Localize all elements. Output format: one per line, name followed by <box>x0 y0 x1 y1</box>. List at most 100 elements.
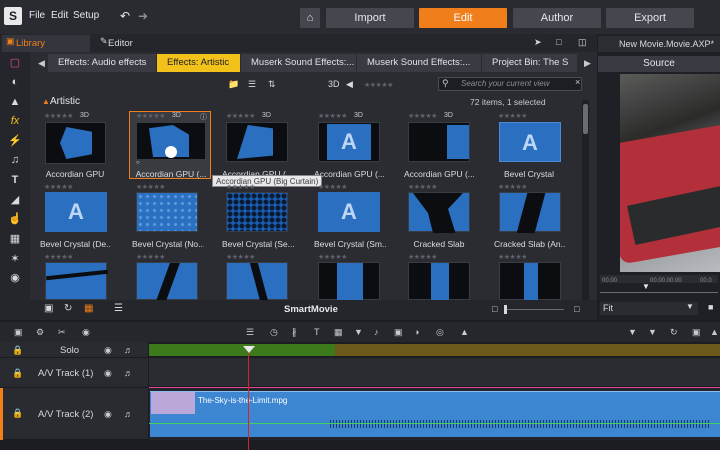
marker-icon[interactable]: ▼ <box>354 327 363 337</box>
redo-icon[interactable]: ➜ <box>138 9 148 23</box>
pin-icon[interactable]: ➤ <box>534 37 542 48</box>
color-icon[interactable]: ◑ <box>414 327 419 337</box>
thumbnail-size-slider[interactable] <box>504 309 564 310</box>
voiceover-icon[interactable]: ♪ <box>374 327 379 337</box>
effect-thumbnail[interactable] <box>136 262 198 301</box>
speaker-icon[interactable]: ♬ <box>124 345 133 355</box>
library-scroll-thumb[interactable] <box>583 104 588 134</box>
section-collapse-icon[interactable]: ▲ <box>42 97 50 106</box>
audio-level-line[interactable] <box>149 423 720 424</box>
tile-rating[interactable]: ★★★★★ <box>408 253 437 261</box>
timeline-settings-icon[interactable]: ▣ <box>14 327 23 338</box>
snapshot-icon[interactable]: ▣ <box>394 327 403 338</box>
audio-mixer-icon[interactable]: ☰ <box>246 327 254 338</box>
nav-export-button[interactable]: Export <box>606 8 694 28</box>
eye-icon[interactable]: ◉ <box>104 409 112 420</box>
effect-thumbnail[interactable] <box>45 262 109 300</box>
transitions-icon[interactable]: ⚡ <box>8 134 22 148</box>
tile-rating[interactable]: ★★★★★ <box>318 112 347 120</box>
project-bin-icon[interactable]: ▢ <box>8 56 22 70</box>
home-button[interactable]: ⌂ <box>300 8 320 28</box>
nav-author-button[interactable]: Author <box>513 8 601 28</box>
effect-thumbnail[interactable]: A <box>318 192 380 232</box>
tab-scroll-left-icon[interactable]: ◀ <box>38 58 45 69</box>
chevron-down-icon[interactable]: ▼ <box>686 302 694 311</box>
tile-rating[interactable]: ★★★★★ <box>318 183 347 191</box>
delete-icon[interactable]: ▦ <box>334 327 343 338</box>
effect-thumbnail[interactable]: A <box>45 192 107 232</box>
zoom-out-icon[interactable]: □ <box>492 304 497 314</box>
tile-rating[interactable]: ★★★★★ <box>44 183 73 191</box>
effect-thumbnail[interactable] <box>226 122 288 162</box>
slider-handle-icon[interactable]: ○ <box>136 160 140 166</box>
effect-thumbnail[interactable] <box>499 262 561 301</box>
razor-icon[interactable]: ✂ <box>58 327 66 338</box>
info-icon[interactable]: ⓘ <box>200 112 207 122</box>
motion-icon[interactable]: ◎ <box>436 327 444 338</box>
dual-view-icon[interactable]: ◫ <box>578 37 587 48</box>
sort-icon[interactable]: ⇅ <box>268 77 276 91</box>
thumbnail-size-handle[interactable] <box>504 305 507 314</box>
smartmovie-button[interactable]: SmartMovie <box>284 304 338 315</box>
effect-thumbnail[interactable] <box>136 192 198 232</box>
effect-thumbnail[interactable]: A <box>499 122 561 162</box>
tile-rating[interactable]: ★★★★★ <box>226 253 255 261</box>
effect-thumbnail[interactable] <box>408 192 470 233</box>
effect-thumbnail[interactable] <box>408 262 470 301</box>
tile-rating[interactable]: ★★★★★ <box>44 253 73 261</box>
zoom-icon[interactable]: ▣ <box>692 327 701 338</box>
tag-icon[interactable]: ◀ <box>346 77 353 91</box>
music-icon[interactable]: ♫ <box>8 153 22 167</box>
menu-file[interactable]: File <box>29 10 45 21</box>
snap-icon[interactable]: ◉ <box>82 327 90 338</box>
lock-icon[interactable]: 🔒 <box>12 345 23 356</box>
overlay-icon[interactable]: ◢ <box>8 193 22 207</box>
effect-thumbnail[interactable] <box>499 192 561 233</box>
tab-audio-effects[interactable]: Effects: Audio effects <box>48 54 156 72</box>
marker-in-icon[interactable]: ▼ <box>628 327 637 337</box>
zoom-fit-select[interactable]: Fit <box>600 302 698 315</box>
library-search-input[interactable]: Search your current view <box>438 77 582 91</box>
menu-edit[interactable]: Edit <box>51 10 68 21</box>
tab-muserk-2[interactable]: Muserk Sound Effects:... <box>357 54 481 72</box>
menu-setup[interactable]: Setup <box>73 10 99 21</box>
add-folder-icon[interactable]: ▣ <box>44 303 53 314</box>
tile-rating[interactable]: ★★★★★ <box>136 183 165 191</box>
zoom-in-icon[interactable]: □ <box>574 304 579 314</box>
layout-icon[interactable]: □ <box>556 37 561 47</box>
tile-rating[interactable]: ★★★★★ <box>136 112 165 120</box>
effect-thumbnail[interactable] <box>45 122 106 164</box>
effect-thumbnail[interactable] <box>226 262 288 301</box>
source-preview[interactable] <box>620 74 720 272</box>
title-icon[interactable]: T <box>314 327 320 337</box>
effects-fx-icon[interactable]: fx <box>8 114 22 128</box>
tile-rating[interactable]: ★★★★★ <box>498 183 527 191</box>
view-3d-toggle[interactable]: 3D <box>328 77 340 91</box>
tile-rating[interactable]: ★★★★★ <box>498 253 527 261</box>
tile-rating[interactable]: ★★★★★ <box>498 112 527 120</box>
rating-filter[interactable]: ★★★★★ <box>364 79 393 93</box>
source-scrubber-icon[interactable]: ▼ <box>642 282 650 291</box>
ripple-icon[interactable]: ↻ <box>670 327 678 338</box>
av-track-1-lane[interactable] <box>149 358 720 386</box>
volume-icon[interactable]: ▲ <box>710 327 719 337</box>
tile-rating[interactable]: ★★★★★ <box>226 183 255 191</box>
grid-view-icon[interactable]: ▦ <box>84 303 93 314</box>
effect-thumbnail-selected[interactable] <box>136 122 206 160</box>
nav-edit-button[interactable]: Edit <box>419 8 507 28</box>
speaker-icon[interactable]: ♬ <box>124 368 133 378</box>
fullscreen-icon[interactable]: ■ <box>708 302 713 312</box>
tab-artistic[interactable]: Effects: Artistic <box>157 54 240 72</box>
playhead-marker[interactable] <box>243 346 255 353</box>
tab-scroll-right-icon[interactable]: ▶ <box>584 58 591 69</box>
tab-muserk-1[interactable]: Muserk Sound Effects:... <box>241 54 356 72</box>
effect-thumbnail[interactable] <box>226 192 288 232</box>
nav-import-button[interactable]: Import <box>326 8 414 28</box>
audio-icon[interactable]: ✶ <box>8 252 22 266</box>
disc-icon[interactable]: ◉ <box>8 271 22 285</box>
track-settings-icon[interactable]: ⚙ <box>36 327 44 338</box>
film-icon[interactable]: ▦ <box>8 232 22 246</box>
lock-icon[interactable]: 🔒 <box>12 408 23 419</box>
effect-thumbnail[interactable] <box>318 262 380 301</box>
tile-rating[interactable]: ★★★★★ <box>136 253 165 261</box>
